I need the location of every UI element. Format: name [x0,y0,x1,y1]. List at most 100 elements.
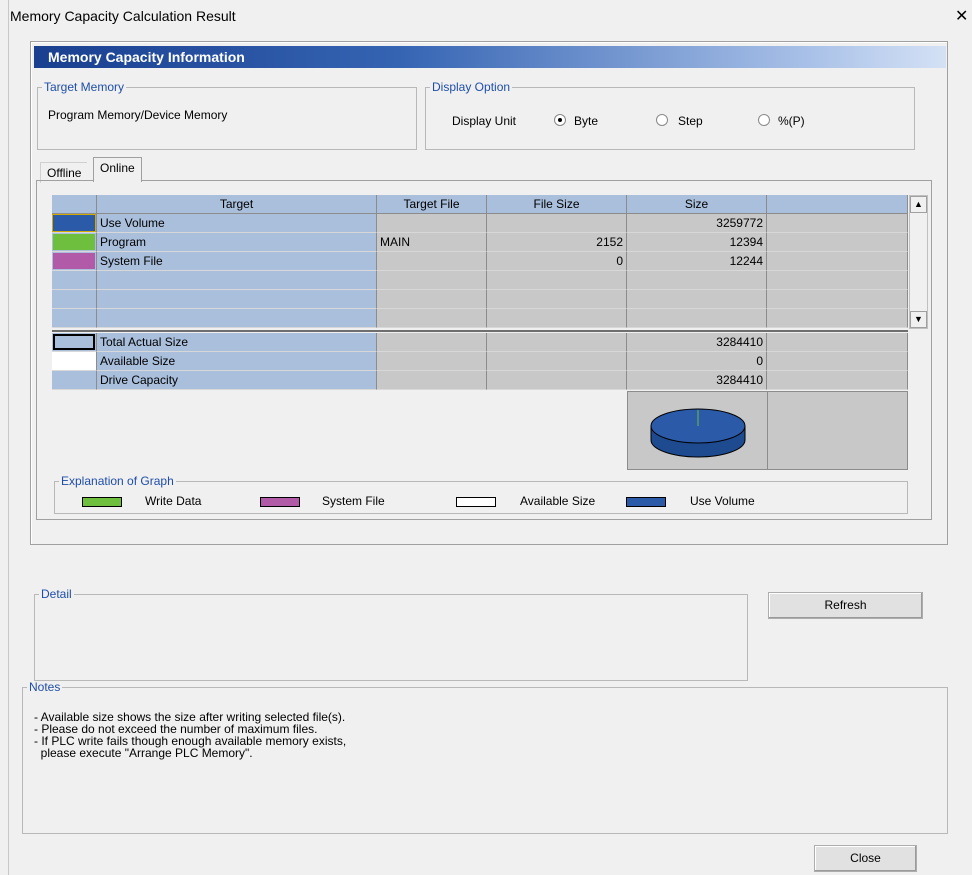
pie-graph-box [627,391,768,470]
summary-size: 0 [627,352,767,371]
row-target-file [377,252,487,271]
row-color-swatch [52,290,97,309]
radio-percent[interactable] [758,114,770,126]
row-target [97,271,377,290]
row-size: 12394 [627,233,767,252]
close-icon[interactable]: ✕ [955,6,968,26]
row-size: 3259772 [627,214,767,233]
row-color-swatch [52,233,97,252]
row-blank [767,309,908,328]
summary-target: Drive Capacity [97,371,377,390]
summary-target: Total Actual Size [97,333,377,352]
row-target-file [377,271,487,290]
header-size[interactable]: Size [627,195,767,214]
pie-chart [650,408,746,458]
table-row[interactable] [52,309,908,328]
row-file-size [487,309,627,328]
row-size [627,271,767,290]
legend-write-data-swatch [82,497,122,507]
row-color-swatch [52,252,97,271]
summary-target-file [377,371,487,390]
tab-online[interactable]: Online [93,157,142,182]
row-file-size: 2152 [487,233,627,252]
row-blank [767,333,908,352]
row-blank [767,233,908,252]
row-blank [767,352,908,371]
close-button[interactable]: Close [814,845,917,872]
header-file-size[interactable]: File Size [487,195,627,214]
window-title: Memory Capacity Calculation Result [10,8,236,24]
refresh-button[interactable]: Refresh [768,592,923,619]
detail-group: Detail [34,587,748,681]
notes-text: - Available size shows the size after wr… [34,711,346,759]
row-file-size [487,214,627,233]
row-color-swatch [52,371,97,390]
header-color [52,195,97,214]
summary-file-size [487,371,627,390]
table-row[interactable] [52,290,908,309]
radio-byte[interactable] [554,114,566,126]
scroll-up-icon[interactable]: ▲ [910,196,927,213]
header-target-file[interactable]: Target File [377,195,487,214]
radio-byte-label[interactable]: Byte [574,114,598,128]
row-color-swatch [52,333,97,352]
summary-file-size [487,352,627,371]
row-blank [767,290,908,309]
available-size-swatch [52,352,97,371]
table-row[interactable]: System File 0 12244 [52,252,908,271]
legend-use-volume-label: Use Volume [690,494,755,508]
table-row[interactable]: Use Volume 3259772 [52,214,908,233]
radio-step-label[interactable]: Step [678,114,703,128]
panel-header: Memory Capacity Information [34,46,946,68]
radio-step[interactable] [656,114,668,126]
header-blank [767,195,908,214]
row-target: Use Volume [97,214,377,233]
row-target-file [377,214,487,233]
summary-row[interactable]: Available Size 0 [52,352,908,371]
row-color-swatch [52,271,97,290]
target-memory-legend: Target Memory [44,80,125,94]
row-size: 12244 [627,252,767,271]
summary-row[interactable]: Total Actual Size 3284410 [52,333,908,352]
summary-size: 3284410 [627,333,767,352]
row-file-size [487,290,627,309]
graph-legend-title: Explanation of Graph [61,474,174,488]
legend-available-size-swatch [456,497,496,507]
legend-available-size-label: Available Size [520,494,596,508]
row-target-file [377,290,487,309]
row-target [97,290,377,309]
table-scrollbar[interactable]: ▲ ▼ [909,195,928,329]
row-target-file [377,309,487,328]
program-swatch [53,234,95,250]
row-target: System File [97,252,377,271]
table-row[interactable] [52,271,908,290]
row-target: Program [97,233,377,252]
use-volume-swatch [52,214,96,232]
row-file-size [487,271,627,290]
panel-header-label: Memory Capacity Information [48,49,245,65]
detail-legend: Detail [41,587,72,601]
row-blank [767,214,908,233]
summary-size: 3284410 [627,371,767,390]
table-header-row: Target Target File File Size Size [52,195,908,214]
display-option-legend: Display Option [432,80,511,94]
row-target [97,309,377,328]
row-color-swatch [52,309,97,328]
row-target-file: MAIN [377,233,487,252]
total-actual-swatch [53,334,95,350]
header-target[interactable]: Target [97,195,377,214]
graph-blank-box [768,391,908,470]
summary-target-file [377,333,487,352]
legend-system-file-swatch [260,497,300,507]
legend-use-volume-swatch [626,497,666,507]
notes-legend: Notes [29,680,61,694]
row-color-swatch [52,214,97,233]
summary-row[interactable]: Drive Capacity 3284410 [52,371,908,390]
summary-target-file [377,352,487,371]
scroll-down-icon[interactable]: ▼ [910,311,927,328]
table-row[interactable]: Program MAIN 2152 12394 [52,233,908,252]
summary-target: Available Size [97,352,377,371]
radio-percent-label[interactable]: %(P) [778,114,805,128]
summary-file-size [487,333,627,352]
row-blank [767,252,908,271]
